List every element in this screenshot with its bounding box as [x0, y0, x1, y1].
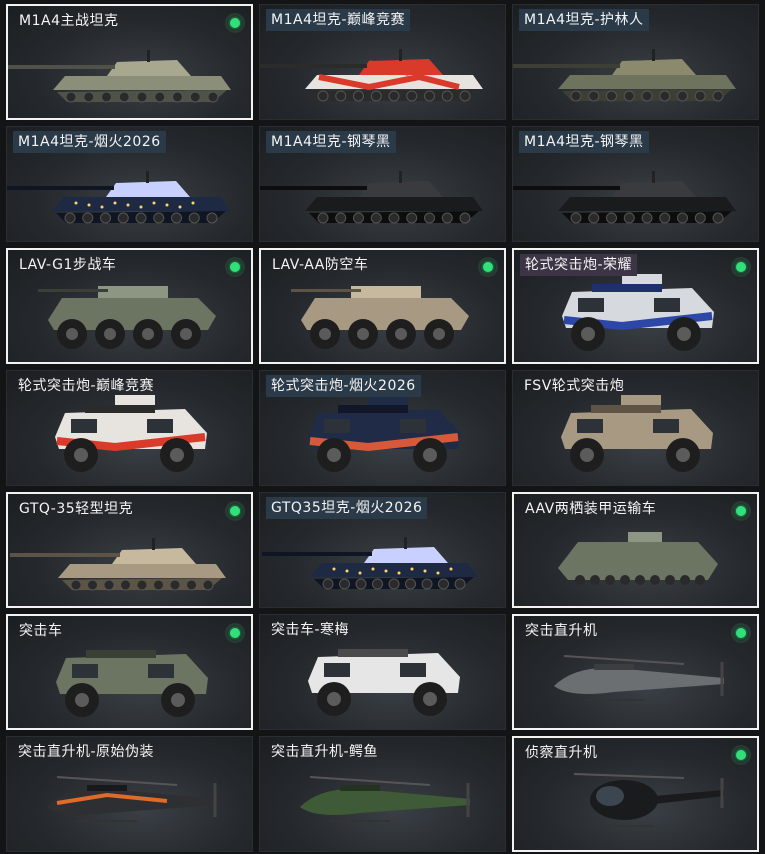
- vehicle-name: M1A4坦克-钢琴黑: [519, 131, 649, 153]
- vehicle-card-10[interactable]: 轮式突击炮-巅峰竞赛: [6, 370, 253, 486]
- equipped-status-icon: [733, 747, 749, 763]
- vehicle-card-1[interactable]: M1A4主战坦克: [6, 4, 253, 120]
- vehicle-name: 轮式突击炮-荣耀: [520, 254, 638, 276]
- vehicle-card-16[interactable]: 突击车: [6, 614, 253, 730]
- vehicle-name: GTQ35坦克-烟火2026: [266, 497, 428, 519]
- vehicle-name: 轮式突击炮-巅峰竞赛: [18, 378, 155, 394]
- vehicle-name: M1A4主战坦克: [19, 13, 119, 29]
- vehicle-card-19[interactable]: 突击直升机-原始伪装: [6, 736, 253, 852]
- vehicle-card-13[interactable]: GTQ-35轻型坦克: [6, 492, 253, 608]
- vehicle-name: FSV轮式突击炮: [524, 378, 625, 394]
- vehicle-card-6[interactable]: M1A4坦克-钢琴黑: [512, 126, 759, 242]
- equipped-status-icon: [227, 15, 243, 31]
- vehicle-name: 突击车: [19, 623, 63, 639]
- equipped-status-icon: [480, 259, 496, 275]
- vehicle-card-5[interactable]: M1A4坦克-钢琴黑: [259, 126, 506, 242]
- equipped-status-icon: [733, 259, 749, 275]
- equipped-status-icon: [227, 625, 243, 641]
- vehicle-card-15[interactable]: AAV两栖装甲运输车: [512, 492, 759, 608]
- vehicle-card-21[interactable]: 侦察直升机: [512, 736, 759, 852]
- vehicle-name: 突击直升机-鳄鱼: [271, 744, 379, 760]
- vehicle-name: 突击直升机: [525, 623, 598, 639]
- vehicle-name: 轮式突击炮-烟火2026: [266, 375, 421, 397]
- vehicle-card-9[interactable]: 轮式突击炮-荣耀: [512, 248, 759, 364]
- equipped-status-icon: [733, 503, 749, 519]
- vehicle-name: 突击直升机-原始伪装: [18, 744, 155, 760]
- vehicle-name: M1A4坦克-钢琴黑: [266, 131, 396, 153]
- equipped-status-icon: [733, 625, 749, 641]
- vehicle-card-20[interactable]: 突击直升机-鳄鱼: [259, 736, 506, 852]
- vehicle-card-4[interactable]: M1A4坦克-烟火2026: [6, 126, 253, 242]
- vehicle-name: AAV两栖装甲运输车: [525, 501, 657, 517]
- vehicle-card-11[interactable]: 轮式突击炮-烟火2026: [259, 370, 506, 486]
- vehicle-name: M1A4坦克-烟火2026: [13, 131, 166, 153]
- vehicle-name: 突击车-寒梅: [271, 622, 350, 638]
- equipped-status-icon: [227, 259, 243, 275]
- vehicle-card-17[interactable]: 突击车-寒梅: [259, 614, 506, 730]
- vehicle-card-18[interactable]: 突击直升机: [512, 614, 759, 730]
- vehicle-name: M1A4坦克-巅峰竞赛: [266, 9, 411, 31]
- vehicle-name: 侦察直升机: [525, 745, 598, 761]
- vehicle-card-8[interactable]: LAV-AA防空车: [259, 248, 506, 364]
- vehicle-skin-grid: M1A4主战坦克 M1A4坦克-巅峰竞赛 M1A4坦克-护林人 M1A4坦克-烟火20…: [0, 0, 765, 854]
- equipped-status-icon: [227, 503, 243, 519]
- vehicle-name: LAV-AA防空车: [272, 257, 369, 273]
- vehicle-name: GTQ-35轻型坦克: [19, 501, 134, 517]
- vehicle-card-12[interactable]: FSV轮式突击炮: [512, 370, 759, 486]
- vehicle-name: LAV-G1步战车: [19, 257, 117, 273]
- vehicle-card-7[interactable]: LAV-G1步战车: [6, 248, 253, 364]
- vehicle-card-14[interactable]: GTQ35坦克-烟火2026: [259, 492, 506, 608]
- vehicle-card-2[interactable]: M1A4坦克-巅峰竞赛: [259, 4, 506, 120]
- vehicle-card-3[interactable]: M1A4坦克-护林人: [512, 4, 759, 120]
- vehicle-name: M1A4坦克-护林人: [519, 9, 649, 31]
